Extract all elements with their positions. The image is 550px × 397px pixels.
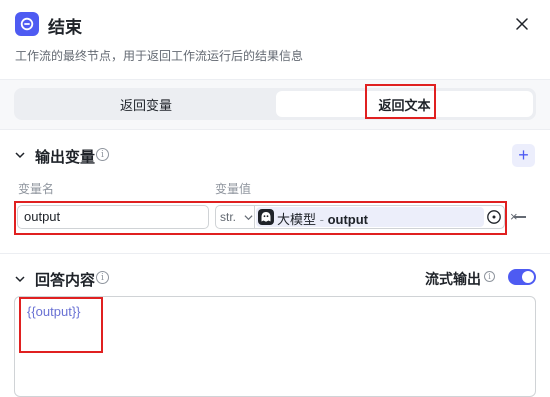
section-divider [0,253,550,254]
node-description: 工作流的最终节点，用于返回工作流运行后的结果信息 [15,49,304,63]
target-select-icon[interactable] [486,209,502,225]
stream-output-label: 流式输出 [425,271,481,287]
column-header-value: 变量值 [215,182,252,196]
reference-source: 大模型 [277,212,317,227]
tab-return-text[interactable]: 返回文本 [276,91,533,117]
page-title: 结束 [48,18,82,37]
close-icon[interactable] [511,13,533,35]
variable-value-field: str. 大模型 - output × [215,205,518,229]
info-icon[interactable]: i [484,271,495,282]
reference-variable: output [327,212,368,227]
remove-row-button[interactable] [514,216,526,218]
add-variable-button[interactable]: + [512,144,535,167]
reference-separator: - [316,212,328,227]
chevron-down-icon[interactable] [14,149,26,161]
answer-content-editor[interactable]: {{output}} [14,296,536,397]
answer-section-title: 回答内容 [35,272,96,289]
column-header-name: 变量名 [18,182,55,196]
info-icon[interactable]: i [96,148,109,161]
type-select-value: str. [220,210,237,224]
info-icon[interactable]: i [96,271,109,284]
reference-label: 大模型 - output [277,209,368,228]
variable-name-input[interactable]: output [17,205,209,229]
end-node-panel: 结束 工作流的最终节点，用于返回工作流运行后的结果信息 返回变量 返回文本 输出… [0,0,550,397]
end-node-icon [15,12,39,36]
answer-content-text: {{output}} [27,304,81,319]
mode-segmented-control: 返回变量 返回文本 [14,88,536,120]
mode-tabs-area: 返回变量 返回文本 [0,80,550,130]
type-select[interactable]: str. [216,206,255,228]
chevron-down-icon [244,215,253,221]
variable-reference-chip[interactable]: 大模型 - output × [256,207,518,228]
chevron-down-icon[interactable] [14,273,26,285]
output-section-title: 输出变量 [35,149,96,166]
panel-header: 结束 工作流的最终节点，用于返回工作流运行后的结果信息 [0,0,550,80]
llm-model-icon [258,209,274,225]
tab-return-variables[interactable]: 返回变量 [17,91,275,117]
stream-output-toggle[interactable] [508,269,536,285]
